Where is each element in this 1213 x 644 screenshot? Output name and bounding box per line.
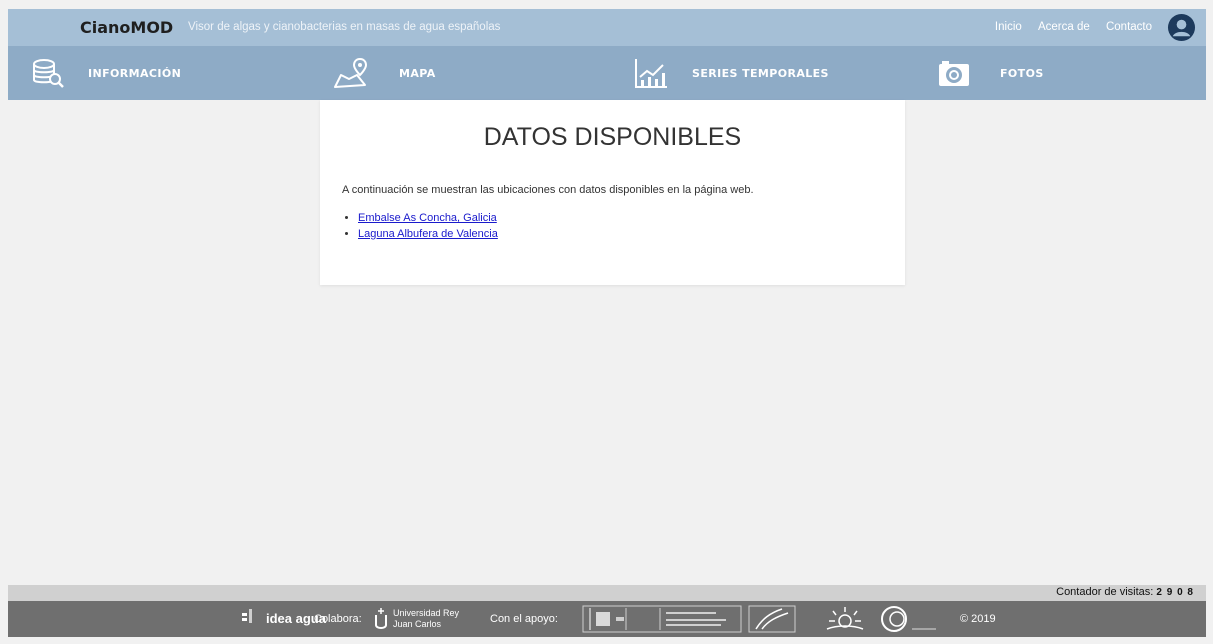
site-tagline: Visor de algas y cianobacterias en masas…	[188, 21, 501, 33]
database-search-icon	[33, 59, 64, 88]
nav-label-informacion: INFORMACIÓN	[88, 66, 182, 80]
intro-text: A continuación se muestran las ubicacion…	[342, 184, 754, 196]
nav-item-mapa[interactable]: MAPA	[333, 46, 436, 100]
locations-list: Embalse As Concha, Galicia Laguna Albufe…	[342, 210, 498, 242]
list-item: Embalse As Concha, Galicia	[358, 210, 498, 226]
nav-item-fotos[interactable]: FOTOS	[936, 46, 1044, 100]
location-link-albufera[interactable]: Laguna Albufera de Valencia	[358, 228, 498, 240]
counter-band: Contador de visitas: 2 9 0 8	[8, 585, 1206, 601]
visit-counter-label: Contador de visitas:	[1056, 586, 1154, 598]
urjc-logo-icon	[375, 608, 387, 629]
footer: idea agua Colabora: Universidad Rey Juan…	[8, 601, 1206, 637]
visit-counter: Contador de visitas: 2 9 0 8	[1056, 586, 1194, 598]
urjc-name: Universidad Rey Juan Carlos	[393, 608, 460, 629]
nav-label-fotos: FOTOS	[1000, 66, 1044, 80]
list-item: Laguna Albufera de Valencia	[358, 226, 498, 242]
user-avatar-icon[interactable]	[1167, 13, 1196, 42]
map-pin-icon	[334, 57, 368, 88]
copyright-text: © 2019	[960, 613, 996, 625]
page-title: DATOS DISPONIBLES	[483, 123, 742, 151]
colabora-label: Colabora:	[314, 613, 362, 625]
location-link-as-concha[interactable]: Embalse As Concha, Galicia	[358, 212, 497, 224]
available-data-card: DATOS DISPONIBLES A continuación se mues…	[320, 100, 905, 285]
link-acerca-de[interactable]: Acerca de	[1038, 21, 1090, 33]
apoyo-label: Con el apoyo:	[490, 613, 558, 625]
line-chart-icon	[635, 59, 667, 88]
nav-label-mapa: MAPA	[399, 66, 436, 80]
gobierno-espana-logo-icon	[582, 605, 742, 633]
sun-logo-icon	[826, 607, 864, 630]
leaf-logo-icon	[748, 605, 796, 633]
visit-counter-value: 2 9 0 8	[1156, 587, 1194, 598]
nav-item-series-temporales[interactable]: SERIES TEMPORALES	[633, 46, 829, 100]
oecc-logo-icon	[881, 606, 936, 632]
logo-text: CianoMOD	[80, 18, 174, 37]
link-inicio[interactable]: Inicio	[995, 21, 1022, 33]
link-contacto[interactable]: Contacto	[1106, 21, 1152, 33]
idea-agua-logo-icon	[242, 609, 252, 623]
main-nav: INFORMACIÓN MAPA SERIES TEMPORALES FOTOS	[8, 46, 1206, 100]
nav-item-informacion[interactable]: INFORMACIÓN	[30, 46, 181, 100]
nav-label-series-temporales: SERIES TEMPORALES	[692, 66, 829, 80]
top-bar: CianoMOD Visor de algas y cianobacterias…	[8, 9, 1206, 46]
site-logo[interactable]: CianoMOD	[80, 9, 173, 46]
top-links: Inicio Acerca de Contacto	[982, 9, 1152, 46]
camera-icon	[939, 61, 969, 86]
